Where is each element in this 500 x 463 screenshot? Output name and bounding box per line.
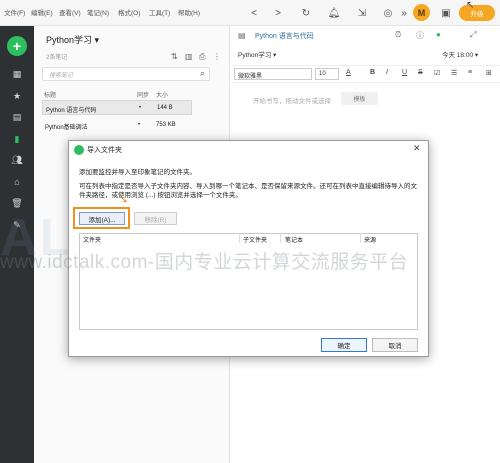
info-icon[interactable]: ⓘ [416, 30, 424, 41]
menu-note[interactable]: 笔记(N) [87, 7, 109, 17]
more-icon[interactable]: ⋮ [213, 52, 221, 61]
people-icon[interactable]: 👥︎ [9, 153, 25, 167]
menu-format[interactable]: 格式(O) [118, 7, 140, 17]
column-divider[interactable] [280, 233, 281, 243]
ok-label: 确定 [337, 343, 351, 350]
cancel-label: 取消 [388, 343, 402, 350]
menu-file[interactable]: 文件(F) [4, 7, 25, 17]
underline-button[interactable]: U [402, 69, 407, 76]
checkbox-icon[interactable]: ☑ [434, 69, 440, 77]
row-title: Python 语言与代码 [46, 108, 97, 114]
star-icon[interactable]: ★ [9, 89, 25, 103]
row-size: 753 KB [156, 122, 176, 128]
note-title[interactable]: Python 语言与代码 [255, 31, 314, 41]
menu-help[interactable]: 帮助(H) [178, 7, 200, 17]
column-divider[interactable] [239, 233, 240, 243]
menu-bar: 文件(F) 编辑(E) 查看(V) 笔记(N) 格式(O) 工具(T) 帮助(H… [0, 0, 500, 26]
new-note-button[interactable]: + [7, 36, 27, 56]
menu-tools[interactable]: 工具(T) [149, 7, 170, 17]
template-label: 模板 [353, 97, 366, 103]
row-title: Python基础调法 [45, 125, 88, 131]
list-icon[interactable]: ☰ [451, 69, 457, 77]
column-subfolder[interactable]: 子文件夹 [243, 235, 267, 244]
gift-icon[interactable]: ▣ [438, 5, 454, 21]
menu-view[interactable]: 查看(V) [59, 7, 81, 17]
column-divider[interactable] [360, 233, 361, 243]
search-input[interactable]: 搜索笔记 [42, 67, 210, 81]
remove-folder-button[interactable]: 移除(R) [134, 212, 177, 225]
search-icon[interactable]: ⌕ [200, 68, 205, 79]
share-icon[interactable]: ⎙ [199, 52, 205, 62]
arrow-down-icon: ➘ [119, 194, 129, 206]
row-size: 144 B [157, 105, 173, 111]
menu-edit[interactable]: 编辑(E) [31, 7, 53, 17]
table-row[interactable]: Python 语言与代码 • 144 B [42, 100, 192, 115]
dialog-title: 导入文件夹 [87, 147, 122, 154]
bold-button[interactable]: B [370, 69, 375, 76]
import-icon[interactable]: ⇲ [354, 5, 370, 21]
watermark-text: www.idctalk.com-国内专业云计算交流服务平台 [0, 252, 409, 273]
view-icon[interactable]: ▥ [185, 52, 193, 61]
strike-button[interactable]: S [418, 69, 423, 76]
template-button[interactable]: 模板 [341, 92, 378, 105]
table-row[interactable]: Python基础调法 • 753 KB [42, 118, 192, 133]
sync-icon[interactable]: ↻ [298, 5, 314, 21]
notes-icon[interactable]: ▤ [9, 110, 25, 124]
note-count: 2条笔记 [46, 55, 68, 61]
italic-button[interactable]: I [386, 69, 388, 76]
font-select[interactable]: 微软雅黑 [234, 68, 312, 80]
ok-button[interactable]: 确定 [321, 338, 367, 352]
font-size-select[interactable]: 10 [315, 68, 339, 80]
column-title[interactable]: 标题 [44, 90, 56, 99]
table-icon[interactable]: ⊞ [486, 69, 492, 77]
evernote-logo-icon [74, 145, 84, 155]
column-size[interactable]: 大小 [156, 90, 168, 99]
font-color-button[interactable]: A [346, 69, 351, 76]
column-sync[interactable]: 同步 [137, 90, 149, 99]
back-button[interactable]: < [246, 5, 262, 21]
note-icon: ▤ [238, 31, 246, 40]
share-user-icon[interactable]: ● [436, 30, 441, 39]
notebook-title[interactable]: Python学习 ▾ [46, 33, 99, 46]
upgrade-button[interactable]: 升级 [459, 5, 495, 21]
tag-icon[interactable]: ⌂ [9, 175, 25, 189]
column-source[interactable]: 来源 [364, 235, 376, 244]
notebook-icon[interactable]: ▮ [9, 132, 25, 146]
account-icon[interactable]: ◎ [380, 5, 396, 21]
note-date[interactable]: 今天 18:00 ▾ [442, 49, 478, 59]
cancel-button[interactable]: 取消 [372, 338, 418, 352]
bell-icon[interactable]: 🔔︎ [326, 5, 342, 21]
remove-folder-label: 移除(R) [144, 216, 167, 224]
row-sync: • [139, 105, 142, 111]
numbered-list-icon[interactable]: ≡ [468, 69, 472, 76]
close-icon[interactable]: ✕ [413, 143, 421, 154]
sort-icon[interactable]: ⇅ [171, 52, 178, 61]
dialog-description: 添加要监控并导入至印象笔记的文件夹。 [79, 169, 196, 176]
mouse-cursor-icon: ↖ [466, 0, 475, 11]
expand-icon[interactable]: » [396, 5, 412, 21]
forward-button[interactable]: > [270, 5, 286, 21]
editor-placeholder[interactable]: 开始书写，拖动文件或选择 [253, 95, 331, 105]
highlight-box [73, 207, 130, 229]
grid-icon[interactable]: ▦ [9, 67, 25, 81]
expand-editor-icon[interactable]: ⤢ [470, 30, 476, 40]
column-folder[interactable]: 文件夹 [83, 235, 101, 244]
row-sync: • [138, 122, 141, 128]
dialog-instructions: 可在列表中指定是否导入子文件夹内容、导入到哪一个笔记本、是否保留来源文件。还可在… [79, 183, 417, 199]
notebook-select[interactable]: Python学习 ▾ [238, 49, 276, 59]
avatar[interactable]: M [413, 4, 430, 21]
column-notebook[interactable]: 笔记本 [285, 235, 303, 244]
reminder-icon[interactable]: ⏰︎ [395, 30, 401, 40]
